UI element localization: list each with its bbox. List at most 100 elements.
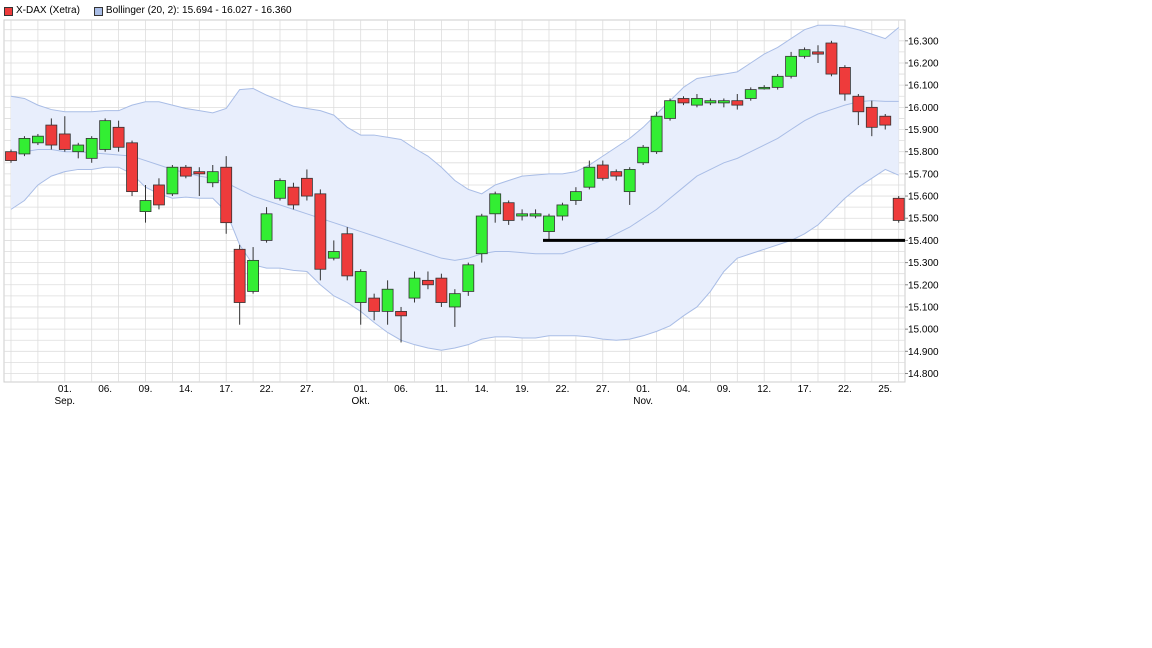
candle-body-up <box>207 172 218 183</box>
candle <box>315 189 326 280</box>
candle-body-up <box>355 271 366 302</box>
y-tick-label: 16.100 <box>908 81 939 92</box>
candle-body-down <box>880 116 891 125</box>
candle-body-up <box>140 200 151 211</box>
y-tick-label: 15.500 <box>908 214 939 225</box>
candle-body-down <box>59 134 70 150</box>
x-tick-day-label: 09. <box>139 384 153 395</box>
candle-body-up <box>799 50 810 57</box>
candle-body-down <box>893 198 904 220</box>
x-tick-day-label: 17. <box>798 384 812 395</box>
candle-body-down <box>436 278 447 302</box>
y-tick-label: 14.900 <box>908 347 939 358</box>
candle-body-up <box>544 216 555 232</box>
candle-body-up <box>772 76 783 87</box>
y-tick-label: 15.000 <box>908 325 939 336</box>
x-tick-day-label: 25. <box>878 384 892 395</box>
x-tick-day-label: 27. <box>300 384 314 395</box>
candle <box>772 74 783 90</box>
y-tick-label: 15.700 <box>908 169 939 180</box>
candle-body-down <box>127 143 138 192</box>
candle <box>638 145 649 165</box>
x-tick-day-label: 27. <box>596 384 610 395</box>
x-tick-day-label: 19. <box>515 384 529 395</box>
candle-body-down <box>342 234 353 276</box>
candle-body-up <box>86 138 97 158</box>
x-tick-day-label: 01. <box>636 384 650 395</box>
x-tick-day-label: 01. <box>354 384 368 395</box>
candle-body-down <box>6 152 17 161</box>
candle-body-up <box>665 101 676 119</box>
candle-body-down <box>180 167 191 176</box>
candle-body-down <box>194 172 205 174</box>
candle-body-up <box>328 252 339 259</box>
x-tick-day-label: 06. <box>98 384 112 395</box>
candle-body-down <box>732 101 743 105</box>
candle-body-up <box>638 147 649 163</box>
candle <box>221 156 232 234</box>
candle-body-up <box>261 214 272 241</box>
candle-body-up <box>705 101 716 103</box>
candle-body-down <box>288 187 299 205</box>
y-tick-label: 15.600 <box>908 192 939 203</box>
candle-body-up <box>476 216 487 254</box>
candle-body-down <box>46 125 57 145</box>
candle-body-down <box>234 249 245 302</box>
x-axis: 01.Sep.06.09.14.17.22.27.01.Okt.06.11.14… <box>55 384 893 407</box>
candle-body-up <box>745 90 756 99</box>
y-tick-label: 16.000 <box>908 103 939 114</box>
candle <box>167 165 178 196</box>
candle <box>127 141 138 196</box>
candlestick-chart: 14.80014.90015.00015.10015.20015.30015.4… <box>0 0 1152 648</box>
candle <box>893 196 904 223</box>
candle-body-down <box>853 96 864 112</box>
y-tick-label: 15.100 <box>908 302 939 313</box>
candle <box>275 178 286 200</box>
candle-body-down <box>221 167 232 222</box>
x-tick-day-label: 12. <box>757 384 771 395</box>
x-tick-day-label: 01. <box>58 384 72 395</box>
candle <box>342 227 353 280</box>
y-tick-label: 15.800 <box>908 147 939 158</box>
y-tick-label: 14.800 <box>908 369 939 380</box>
y-tick-label: 16.300 <box>908 36 939 47</box>
candle-body-up <box>248 260 259 291</box>
candle <box>6 149 17 162</box>
candle-body-up <box>718 101 729 103</box>
candle-body-down <box>866 107 877 127</box>
x-tick-day-label: 22. <box>260 384 274 395</box>
x-tick-day-label: 06. <box>394 384 408 395</box>
candle <box>826 41 837 76</box>
candle <box>19 136 30 156</box>
candle-body-up <box>19 138 30 154</box>
candle-body-down <box>839 67 850 94</box>
candle-body-up <box>624 169 635 191</box>
x-tick-month-label: Nov. <box>633 396 653 407</box>
candle <box>745 87 756 100</box>
candle-body-down <box>678 98 689 102</box>
candle-body-up <box>490 194 501 214</box>
candle-body-down <box>422 280 433 284</box>
candle <box>100 118 111 151</box>
candle-body-down <box>611 172 622 176</box>
x-tick-day-label: 04. <box>677 384 691 395</box>
x-tick-day-label: 22. <box>838 384 852 395</box>
candle-body-down <box>826 43 837 74</box>
candle-body-up <box>463 265 474 292</box>
y-tick-label: 15.300 <box>908 258 939 269</box>
candle-body-up <box>73 145 84 152</box>
candle-body-up <box>691 98 702 105</box>
candle-body-up <box>651 116 662 151</box>
y-tick-label: 16.200 <box>908 58 939 69</box>
x-tick-month-label: Sep. <box>55 396 76 407</box>
candle-body-up <box>382 289 393 311</box>
y-axis: 14.80014.90015.00015.10015.20015.30015.4… <box>905 36 939 380</box>
candle-body-up <box>584 167 595 187</box>
candle-body-up <box>557 205 568 216</box>
x-tick-day-label: 14. <box>475 384 489 395</box>
candle <box>665 98 676 120</box>
candle-body-down <box>813 52 824 54</box>
x-tick-day-label: 11. <box>435 384 448 395</box>
candle-body-up <box>32 136 43 143</box>
candle-body-down <box>503 203 514 221</box>
